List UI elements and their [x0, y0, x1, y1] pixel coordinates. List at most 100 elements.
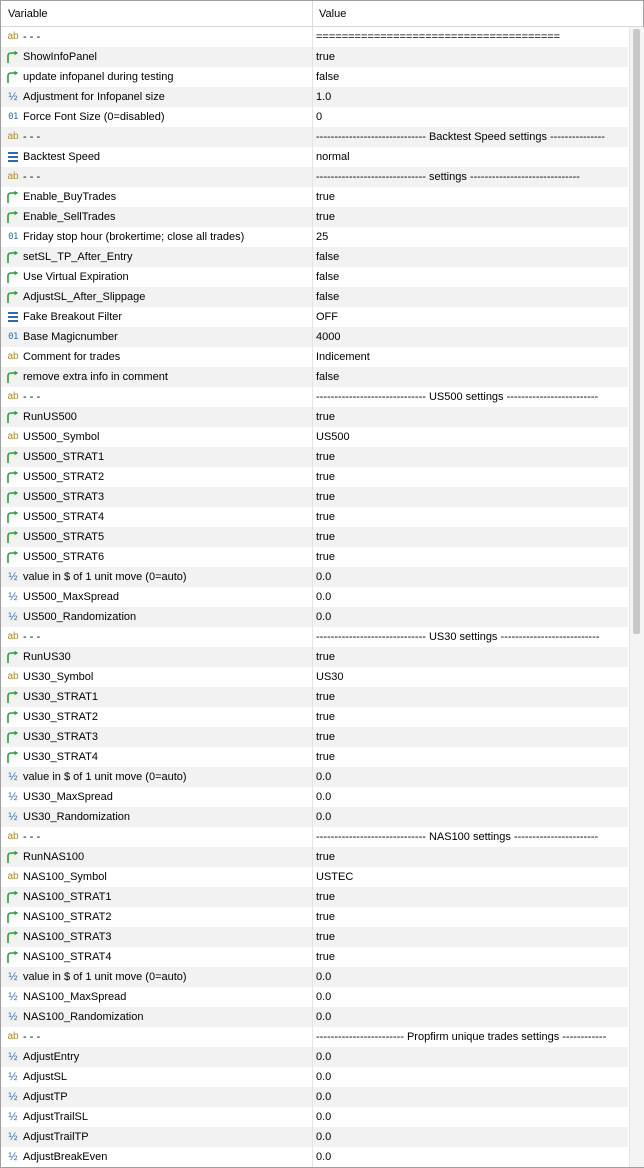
- value-cell[interactable]: false: [316, 287, 627, 307]
- value-cell[interactable]: 0.0: [316, 1067, 627, 1087]
- value-cell[interactable]: 0.0: [316, 567, 627, 587]
- table-row[interactable]: ½ US30_Randomization 0.0: [1, 807, 628, 827]
- table-row[interactable]: Enable_SellTrades true: [1, 207, 628, 227]
- table-row[interactable]: ab - - - ------------------------------ se…: [1, 167, 628, 187]
- table-row[interactable]: ½ AdjustTrailTP 0.0: [1, 1127, 628, 1147]
- table-row[interactable]: RunNAS100 true: [1, 847, 628, 867]
- table-row[interactable]: ½ NAS100_MaxSpread 0.0: [1, 987, 628, 1007]
- table-row[interactable]: ab NAS100_Symbol USTEC: [1, 867, 628, 887]
- table-row[interactable]: ½ AdjustSL 0.0: [1, 1067, 628, 1087]
- value-cell[interactable]: ======================================: [316, 27, 627, 47]
- table-row[interactable]: ab - - - ------------------------------ Ba…: [1, 127, 628, 147]
- table-row[interactable]: AdjustSL_After_Slippage false: [1, 287, 628, 307]
- table-row[interactable]: ab Comment for trades Indicement: [1, 347, 628, 367]
- table-row[interactable]: US30_STRAT4 true: [1, 747, 628, 767]
- table-row[interactable]: US500_STRAT5 true: [1, 527, 628, 547]
- value-cell[interactable]: 0.0: [316, 987, 627, 1007]
- table-row[interactable]: US500_STRAT6 true: [1, 547, 628, 567]
- value-cell[interactable]: true: [316, 547, 627, 567]
- value-cell[interactable]: normal: [316, 147, 627, 167]
- value-cell[interactable]: 0.0: [316, 767, 627, 787]
- table-row[interactable]: ½ US500_MaxSpread 0.0: [1, 587, 628, 607]
- table-row[interactable]: update infopanel during testing false: [1, 67, 628, 87]
- value-cell[interactable]: ------------------------------ settings …: [316, 167, 627, 187]
- table-row[interactable]: 01 Friday stop hour (brokertime; close al…: [1, 227, 628, 247]
- value-cell[interactable]: false: [316, 267, 627, 287]
- value-cell[interactable]: true: [316, 47, 627, 67]
- value-cell[interactable]: ------------------------------ US500 set…: [316, 387, 627, 407]
- table-row[interactable]: ab US30_Symbol US30: [1, 667, 628, 687]
- value-cell[interactable]: 0.0: [316, 1107, 627, 1127]
- table-row[interactable]: Use Virtual Expiration false: [1, 267, 628, 287]
- value-cell[interactable]: 0.0: [316, 1047, 627, 1067]
- table-row[interactable]: ½ US500_Randomization 0.0: [1, 607, 628, 627]
- vertical-scrollbar[interactable]: [629, 27, 644, 1167]
- value-cell[interactable]: 0.0: [316, 967, 627, 987]
- table-row[interactable]: ab - - - =================================…: [1, 27, 628, 47]
- table-row[interactable]: US30_STRAT3 true: [1, 727, 628, 747]
- value-cell[interactable]: true: [316, 407, 627, 427]
- table-row[interactable]: RunUS30 true: [1, 647, 628, 667]
- table-row[interactable]: ab US500_Symbol US500: [1, 427, 628, 447]
- table-row[interactable]: 01 Force Font Size (0=disabled) 0: [1, 107, 628, 127]
- value-cell[interactable]: 1.0: [316, 87, 627, 107]
- value-cell[interactable]: false: [316, 367, 627, 387]
- scrollbar-thumb[interactable]: [633, 29, 640, 634]
- column-header-value[interactable]: Value: [313, 1, 629, 26]
- table-row[interactable]: ab - - - ------------------------ Propfirm…: [1, 1027, 628, 1047]
- value-cell[interactable]: Indicement: [316, 347, 627, 367]
- table-row[interactable]: ½ value in $ of 1 unit move (0=auto) 0.0: [1, 567, 628, 587]
- table-row[interactable]: ½ AdjustBreakEven 0.0: [1, 1147, 628, 1167]
- table-row[interactable]: ½ AdjustEntry 0.0: [1, 1047, 628, 1067]
- value-cell[interactable]: true: [316, 647, 627, 667]
- table-row[interactable]: ½ NAS100_Randomization 0.0: [1, 1007, 628, 1027]
- table-row[interactable]: ShowInfoPanel true: [1, 47, 628, 67]
- table-row[interactable]: setSL_TP_After_Entry false: [1, 247, 628, 267]
- value-cell[interactable]: 0.0: [316, 787, 627, 807]
- table-row[interactable]: Enable_BuyTrades true: [1, 187, 628, 207]
- value-cell[interactable]: US30: [316, 667, 627, 687]
- value-cell[interactable]: 0.0: [316, 587, 627, 607]
- table-row[interactable]: US30_STRAT2 true: [1, 707, 628, 727]
- value-cell[interactable]: false: [316, 247, 627, 267]
- value-cell[interactable]: true: [316, 507, 627, 527]
- table-row[interactable]: Fake Breakout Filter OFF: [1, 307, 628, 327]
- table-row[interactable]: NAS100_STRAT4 true: [1, 947, 628, 967]
- value-cell[interactable]: 4000: [316, 327, 627, 347]
- value-cell[interactable]: 0.0: [316, 1127, 627, 1147]
- value-cell[interactable]: 0.0: [316, 1147, 627, 1167]
- table-row[interactable]: ½ US30_MaxSpread 0.0: [1, 787, 628, 807]
- table-row[interactable]: Backtest Speed normal: [1, 147, 628, 167]
- value-cell[interactable]: true: [316, 207, 627, 227]
- table-row[interactable]: ½ Adjustment for Infopanel size 1.0: [1, 87, 628, 107]
- value-cell[interactable]: 0: [316, 107, 627, 127]
- table-row[interactable]: ab - - - ------------------------------ US…: [1, 627, 628, 647]
- table-row[interactable]: 01 Base Magicnumber 4000: [1, 327, 628, 347]
- table-row[interactable]: ½ AdjustTP 0.0: [1, 1087, 628, 1107]
- value-cell[interactable]: true: [316, 467, 627, 487]
- value-cell[interactable]: true: [316, 447, 627, 467]
- table-row[interactable]: US30_STRAT1 true: [1, 687, 628, 707]
- value-cell[interactable]: true: [316, 687, 627, 707]
- table-row[interactable]: RunUS500 true: [1, 407, 628, 427]
- table-row[interactable]: US500_STRAT3 true: [1, 487, 628, 507]
- value-cell[interactable]: true: [316, 527, 627, 547]
- value-cell[interactable]: 25: [316, 227, 627, 247]
- table-row[interactable]: ab - - - ------------------------------ US…: [1, 387, 628, 407]
- value-cell[interactable]: ------------------------------ NAS100 se…: [316, 827, 627, 847]
- value-cell[interactable]: 0.0: [316, 1087, 627, 1107]
- value-cell[interactable]: USTEC: [316, 867, 627, 887]
- value-cell[interactable]: 0.0: [316, 807, 627, 827]
- value-cell[interactable]: true: [316, 847, 627, 867]
- table-row[interactable]: ½ value in $ of 1 unit move (0=auto) 0.0: [1, 967, 628, 987]
- value-cell[interactable]: true: [316, 747, 627, 767]
- table-row[interactable]: ½ value in $ of 1 unit move (0=auto) 0.0: [1, 767, 628, 787]
- value-cell[interactable]: true: [316, 187, 627, 207]
- table-row[interactable]: NAS100_STRAT1 true: [1, 887, 628, 907]
- value-cell[interactable]: true: [316, 947, 627, 967]
- column-header-variable[interactable]: Variable: [1, 1, 313, 26]
- table-row[interactable]: NAS100_STRAT2 true: [1, 907, 628, 927]
- value-cell[interactable]: true: [316, 707, 627, 727]
- table-row[interactable]: US500_STRAT1 true: [1, 447, 628, 467]
- value-cell[interactable]: ------------------------------ US30 sett…: [316, 627, 627, 647]
